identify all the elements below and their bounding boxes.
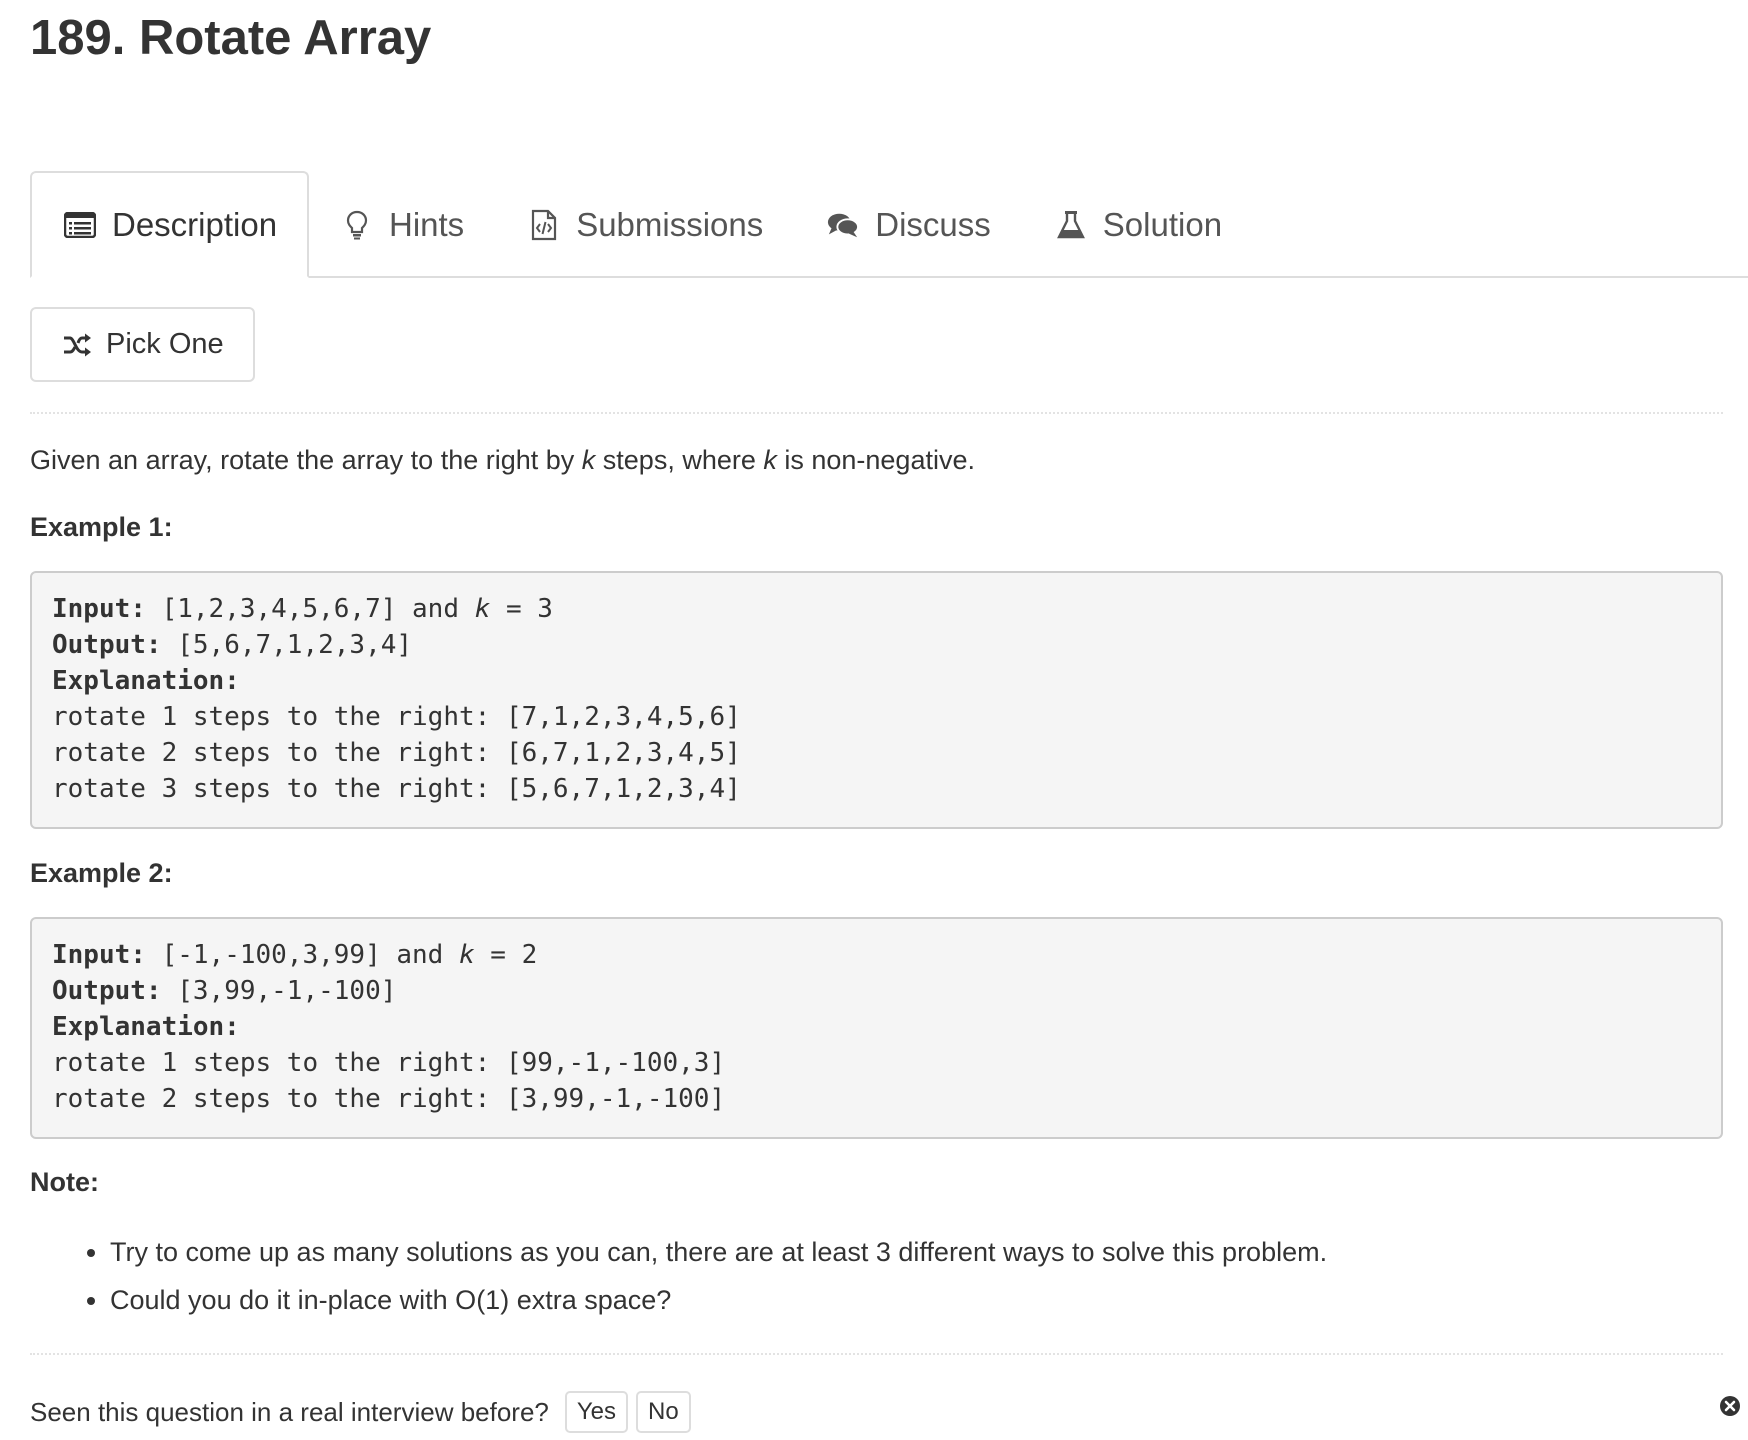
interview-prompt: Seen this question in a real interview b… — [30, 1391, 691, 1433]
description-text: steps, where — [595, 445, 764, 475]
tab-hints-label: Hints — [389, 205, 465, 243]
note-heading: Note: — [30, 1167, 99, 1197]
tab-bar: Description Hints Submissions Discuss So… — [30, 171, 1748, 278]
shuffle-icon — [62, 333, 92, 357]
tab-discuss[interactable]: Discuss — [795, 173, 1023, 276]
input-value: [1,2,3,4,5,6,7] and — [145, 594, 475, 624]
tab-submissions[interactable]: Submissions — [496, 173, 795, 276]
explanation-step: rotate 1 steps to the right: [99,-1,-100… — [52, 1048, 726, 1078]
pick-one-button[interactable]: Pick One — [30, 307, 255, 382]
yes-button[interactable]: Yes — [564, 1391, 629, 1433]
input-k: k — [459, 940, 475, 970]
tab-description[interactable]: Description — [30, 171, 309, 278]
input-value: [-1,-100,3,99] and — [145, 940, 459, 970]
tab-hints[interactable]: Hints — [309, 173, 496, 276]
input-k-value: = 3 — [490, 594, 553, 624]
description-text: is non-negative. — [776, 445, 975, 475]
code-file-icon — [528, 209, 560, 241]
divider — [30, 1353, 1723, 1355]
example-2-heading: Example 2: — [30, 858, 173, 888]
close-circle-icon[interactable] — [1720, 1396, 1740, 1416]
input-label: Input: — [52, 594, 146, 624]
comments-icon — [827, 209, 860, 241]
description-k: k — [581, 445, 596, 475]
note-item: Try to come up as many solutions as you … — [110, 1228, 1327, 1276]
no-button[interactable]: No — [636, 1391, 691, 1433]
divider — [30, 412, 1723, 414]
tab-solution[interactable]: Solution — [1023, 173, 1254, 276]
example-1-code: Input: [1,2,3,4,5,6,7] and k = 3 Output:… — [30, 571, 1723, 829]
output-value: [5,6,7,1,2,3,4] — [161, 630, 413, 660]
explanation-label: Explanation: — [52, 666, 240, 696]
pick-one-label: Pick One — [106, 328, 224, 360]
note-item: Could you do it in-place with O(1) extra… — [110, 1276, 1327, 1324]
tab-description-label: Description — [112, 205, 278, 243]
description-k: k — [763, 445, 777, 475]
tab-discuss-label: Discuss — [875, 205, 991, 243]
tab-solution-label: Solution — [1102, 205, 1223, 243]
lightbulb-icon — [341, 209, 373, 241]
explanation-step: rotate 2 steps to the right: [3,99,-1,-1… — [52, 1084, 726, 1114]
problem-description: Given an array, rotate the array to the … — [30, 440, 975, 480]
list-icon — [64, 209, 96, 241]
output-label: Output: — [52, 630, 162, 660]
example-1-heading: Example 1: — [30, 512, 173, 542]
page-title: 189. Rotate Array — [30, 11, 432, 65]
interview-question: Seen this question in a real interview b… — [30, 1396, 549, 1427]
explanation-step: rotate 3 steps to the right: [5,6,7,1,2,… — [52, 774, 741, 804]
input-k-value: = 2 — [474, 940, 538, 970]
output-label: Output: — [52, 976, 162, 1006]
explanation-label: Explanation: — [52, 1012, 240, 1042]
example-2-code: Input: [-1,-100,3,99] and k = 2 Output: … — [30, 917, 1723, 1139]
tab-submissions-label: Submissions — [576, 205, 764, 243]
flask-icon — [1055, 209, 1087, 241]
description-text: Given an array, rotate the array to the … — [30, 445, 582, 475]
input-label: Input: — [52, 940, 146, 970]
input-k: k — [474, 594, 491, 624]
explanation-step: rotate 2 steps to the right: [6,7,1,2,3,… — [52, 738, 741, 768]
note-list: Try to come up as many solutions as you … — [30, 1228, 1327, 1324]
output-value: [3,99,-1,-100] — [161, 976, 397, 1006]
explanation-step: rotate 1 steps to the right: [7,1,2,3,4,… — [52, 702, 741, 732]
